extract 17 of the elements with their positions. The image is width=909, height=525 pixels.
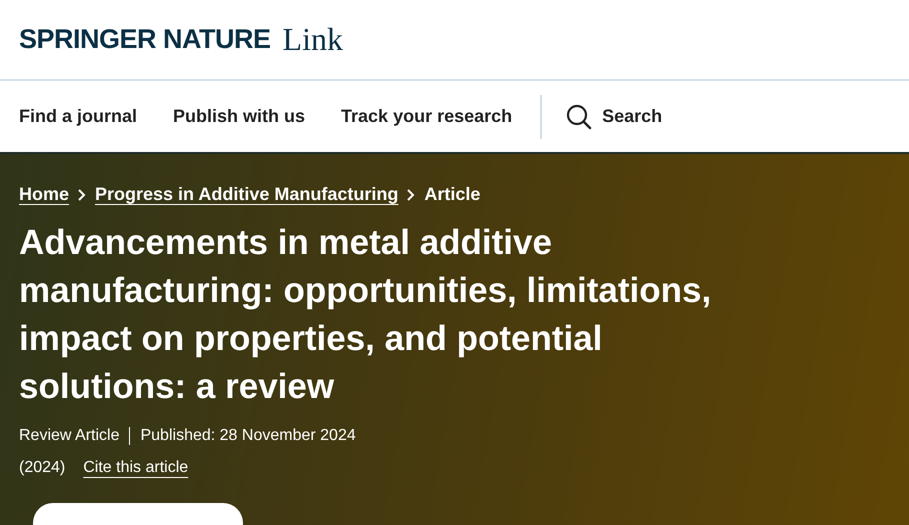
nav-link[interactable]: Track your research xyxy=(341,106,512,127)
article-type: Review Article xyxy=(19,427,120,445)
breadcrumb-link[interactable]: Progress in Additive Manufacturing xyxy=(95,184,398,205)
nav-link[interactable]: Publish with us xyxy=(173,106,306,127)
search-button[interactable]: Search xyxy=(566,104,662,130)
chevron-icon xyxy=(77,188,88,200)
article-year: (2024) xyxy=(19,459,66,477)
publish-date: Published: 28 November 2024 xyxy=(140,427,356,445)
search-icon xyxy=(566,104,592,130)
current-page-label: Article xyxy=(424,184,480,205)
logo-product[interactable]: Link xyxy=(282,21,343,58)
cite-link[interactable]: Cite this article xyxy=(83,459,188,477)
chevron-icon xyxy=(406,188,416,200)
article-title: Advancements in metal additive manufacturing: opportunities, limitations, impact on properties, and potential solutions: a review xyxy=(19,222,712,408)
breadcrumb-link[interactable]: Home xyxy=(19,184,70,205)
nav-link[interactable]: Find a journal xyxy=(19,106,138,127)
logo-brand[interactable]: SPRINGER NATURE xyxy=(19,24,271,55)
